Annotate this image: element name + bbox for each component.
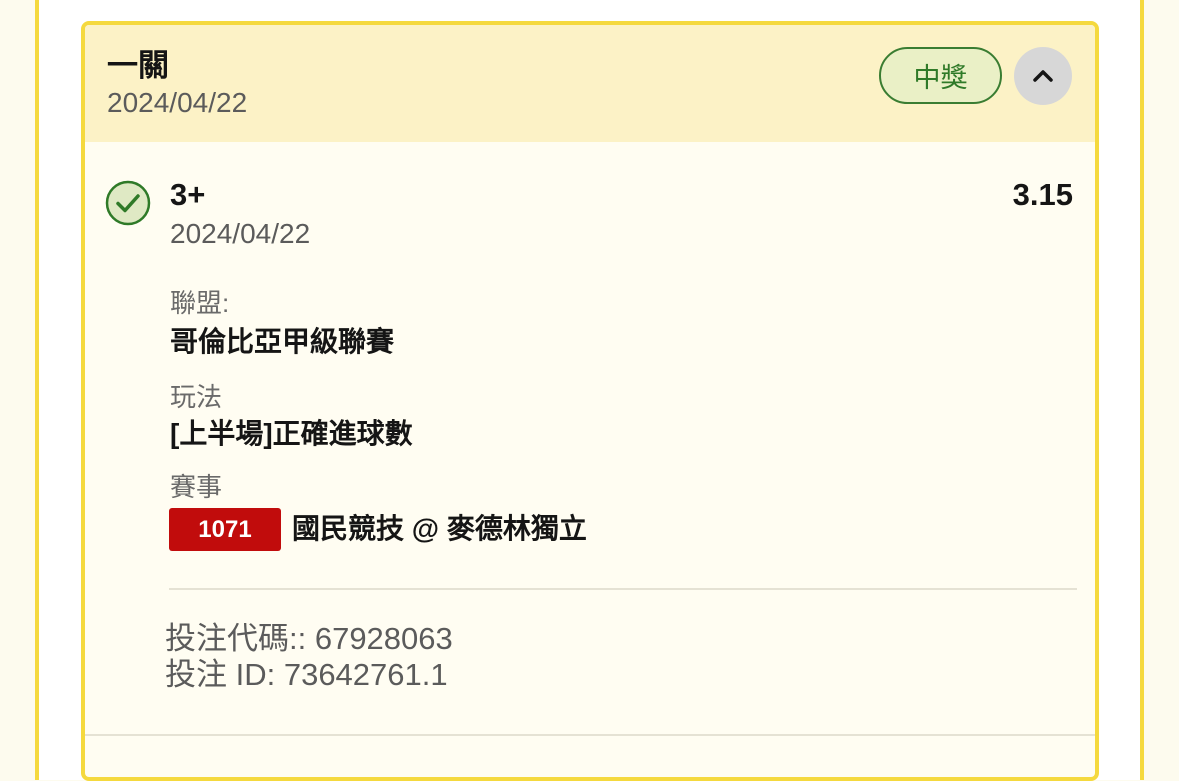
bet-code: 投注代碼:: 67928063 bbox=[165, 621, 453, 656]
selection-odds: 3.15 bbox=[1012, 177, 1073, 212]
chevron-up-icon bbox=[1033, 70, 1053, 82]
divider bbox=[85, 734, 1095, 736]
bet-date: 2024/04/22 bbox=[107, 87, 248, 118]
status-badge: 中獎 bbox=[879, 47, 1002, 104]
check-circle-icon bbox=[105, 180, 151, 226]
league-label: 聯盟: bbox=[170, 288, 230, 318]
selection-date: 2024/04/22 bbox=[170, 218, 311, 249]
market-value: [上半場]正確進球數 bbox=[170, 418, 413, 449]
bet-type-title: 一關 bbox=[107, 48, 169, 83]
bet-card: 一關 2024/04/22 中獎 3+ 2024/04/22 3.15 聯盟: … bbox=[81, 21, 1099, 781]
collapse-button[interactable] bbox=[1014, 47, 1072, 105]
divider bbox=[169, 588, 1077, 590]
event-label: 賽事 bbox=[170, 472, 223, 502]
match-id-badge: 1071 bbox=[169, 508, 281, 551]
market-label: 玩法 bbox=[170, 382, 223, 412]
bet-id: 投注 ID: 73642761.1 bbox=[165, 657, 448, 692]
bet-card-header[interactable]: 一關 2024/04/22 中獎 bbox=[85, 25, 1095, 142]
match-teams: 國民競技 @ 麥德林獨立 bbox=[292, 513, 587, 544]
league-value: 哥倫比亞甲級聯賽 bbox=[170, 326, 395, 357]
selection-name: 3+ bbox=[170, 177, 206, 212]
